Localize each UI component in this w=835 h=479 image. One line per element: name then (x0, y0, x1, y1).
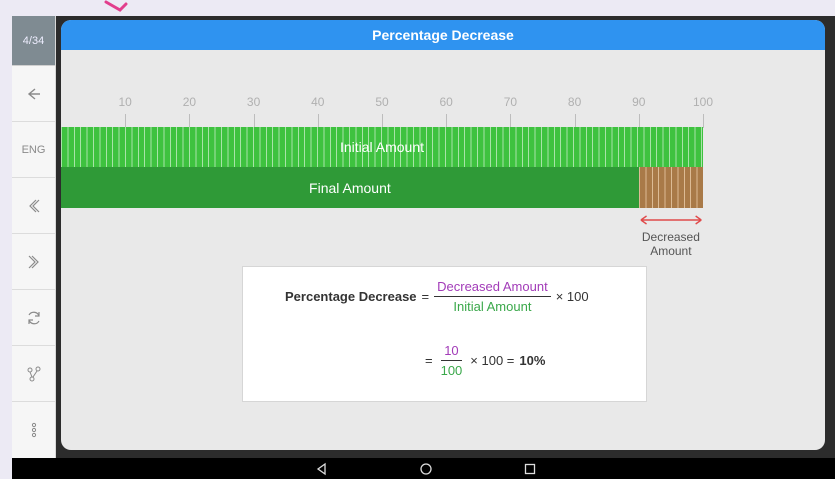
calc-denominator: 100 (440, 363, 463, 378)
ruler-tick-line (317, 114, 319, 128)
double-arrow-icon (640, 215, 702, 225)
initial-amount-label: Initial Amount (339, 139, 425, 155)
ruler-tick-label: 30 (246, 95, 261, 109)
android-nav-bar (12, 458, 835, 479)
decreased-caption-line2: Amount (650, 244, 692, 258)
formula-fraction: Decreased Amount Initial Amount (434, 279, 551, 314)
ruler-tick-line (189, 114, 191, 128)
formula-box: Percentage Decrease = Decreased Amount I… (242, 266, 647, 402)
more-button[interactable] (12, 402, 55, 458)
ruler-tick-label: 80 (567, 95, 582, 109)
calc-fraction: 10 100 (438, 343, 466, 378)
ruler-tick-line (703, 114, 704, 128)
next-button[interactable] (12, 234, 55, 290)
ruler-tick-line (125, 114, 127, 128)
ruler-tick-line (253, 114, 255, 128)
more-icon (31, 422, 36, 438)
ruler-tick-line (574, 114, 576, 128)
app-frame: 4/34 ENG Percentage Decrease 10 20 30 40 50 6… (0, 0, 835, 479)
lesson-card: Percentage Decrease 10 20 30 40 50 60 70 80 90 10… (61, 20, 825, 450)
ruler-tick-label: 40 (311, 95, 325, 109)
decreased-caption-line1: Decreased (641, 230, 700, 244)
sidebar: 4/34 ENG (12, 16, 56, 458)
back-icon (27, 87, 40, 100)
final-amount-label: Final Amount (309, 179, 391, 196)
nav-recents-icon[interactable] (522, 461, 538, 477)
back-button[interactable] (12, 66, 55, 122)
share-button[interactable] (12, 346, 55, 402)
formula-row-definition: Percentage Decrease = Decreased Amount I… (285, 279, 589, 314)
initial-amount-bar: Initial Amount (61, 127, 703, 167)
final-amount-bar: Final Amount (61, 167, 639, 208)
decreased-amount-caption: Decreased Amount (631, 230, 711, 258)
ruler-tick-label: 60 (439, 95, 453, 109)
ruler-tick-label: 20 (182, 95, 197, 109)
ruler-tick-label: 70 (503, 95, 518, 109)
refresh-button[interactable] (12, 290, 55, 346)
page-indicator: 4/34 (12, 16, 55, 66)
refresh-icon (27, 311, 40, 324)
nav-back-icon[interactable] (314, 461, 330, 477)
ruler-tick-line (382, 114, 383, 128)
share-icon (27, 366, 40, 381)
ruler-tick-label: 50 (375, 95, 389, 109)
previous-button[interactable] (12, 178, 55, 234)
formula-numerator: Decreased Amount (434, 279, 551, 297)
formula-equals: = (421, 289, 430, 304)
ruler-tick-line (446, 114, 448, 128)
ruler-tick-line (510, 114, 512, 128)
language-label: ENG (21, 143, 46, 156)
pink-pointer-mark (104, 0, 128, 12)
calc-result: 10% (519, 353, 546, 368)
language-button[interactable]: ENG (12, 122, 55, 178)
calc-numerator: 10 (441, 343, 462, 361)
calc-times-equals: × 100 = (470, 353, 515, 368)
nav-home-icon[interactable] (418, 461, 434, 477)
ruler-tick-label: 100 (692, 95, 714, 109)
main-area: Percentage Decrease 10 20 30 40 50 60 70 80 90 10… (56, 16, 835, 458)
ruler-tick-label: 90 (632, 95, 646, 109)
formula-lhs: Percentage Decrease (285, 289, 417, 304)
ruler-tick-label: 10 (118, 95, 132, 109)
formula-row-calculation: = 10 100 × 100 = 10% (425, 343, 545, 378)
calc-equals: = (425, 353, 433, 368)
decreased-amount-bar (638, 167, 703, 208)
ruler-tick-line (638, 114, 640, 128)
previous-icon (28, 199, 39, 212)
next-icon (28, 255, 39, 268)
formula-denominator: Initial Amount (453, 299, 532, 314)
formula-times: × 100 (555, 289, 589, 304)
